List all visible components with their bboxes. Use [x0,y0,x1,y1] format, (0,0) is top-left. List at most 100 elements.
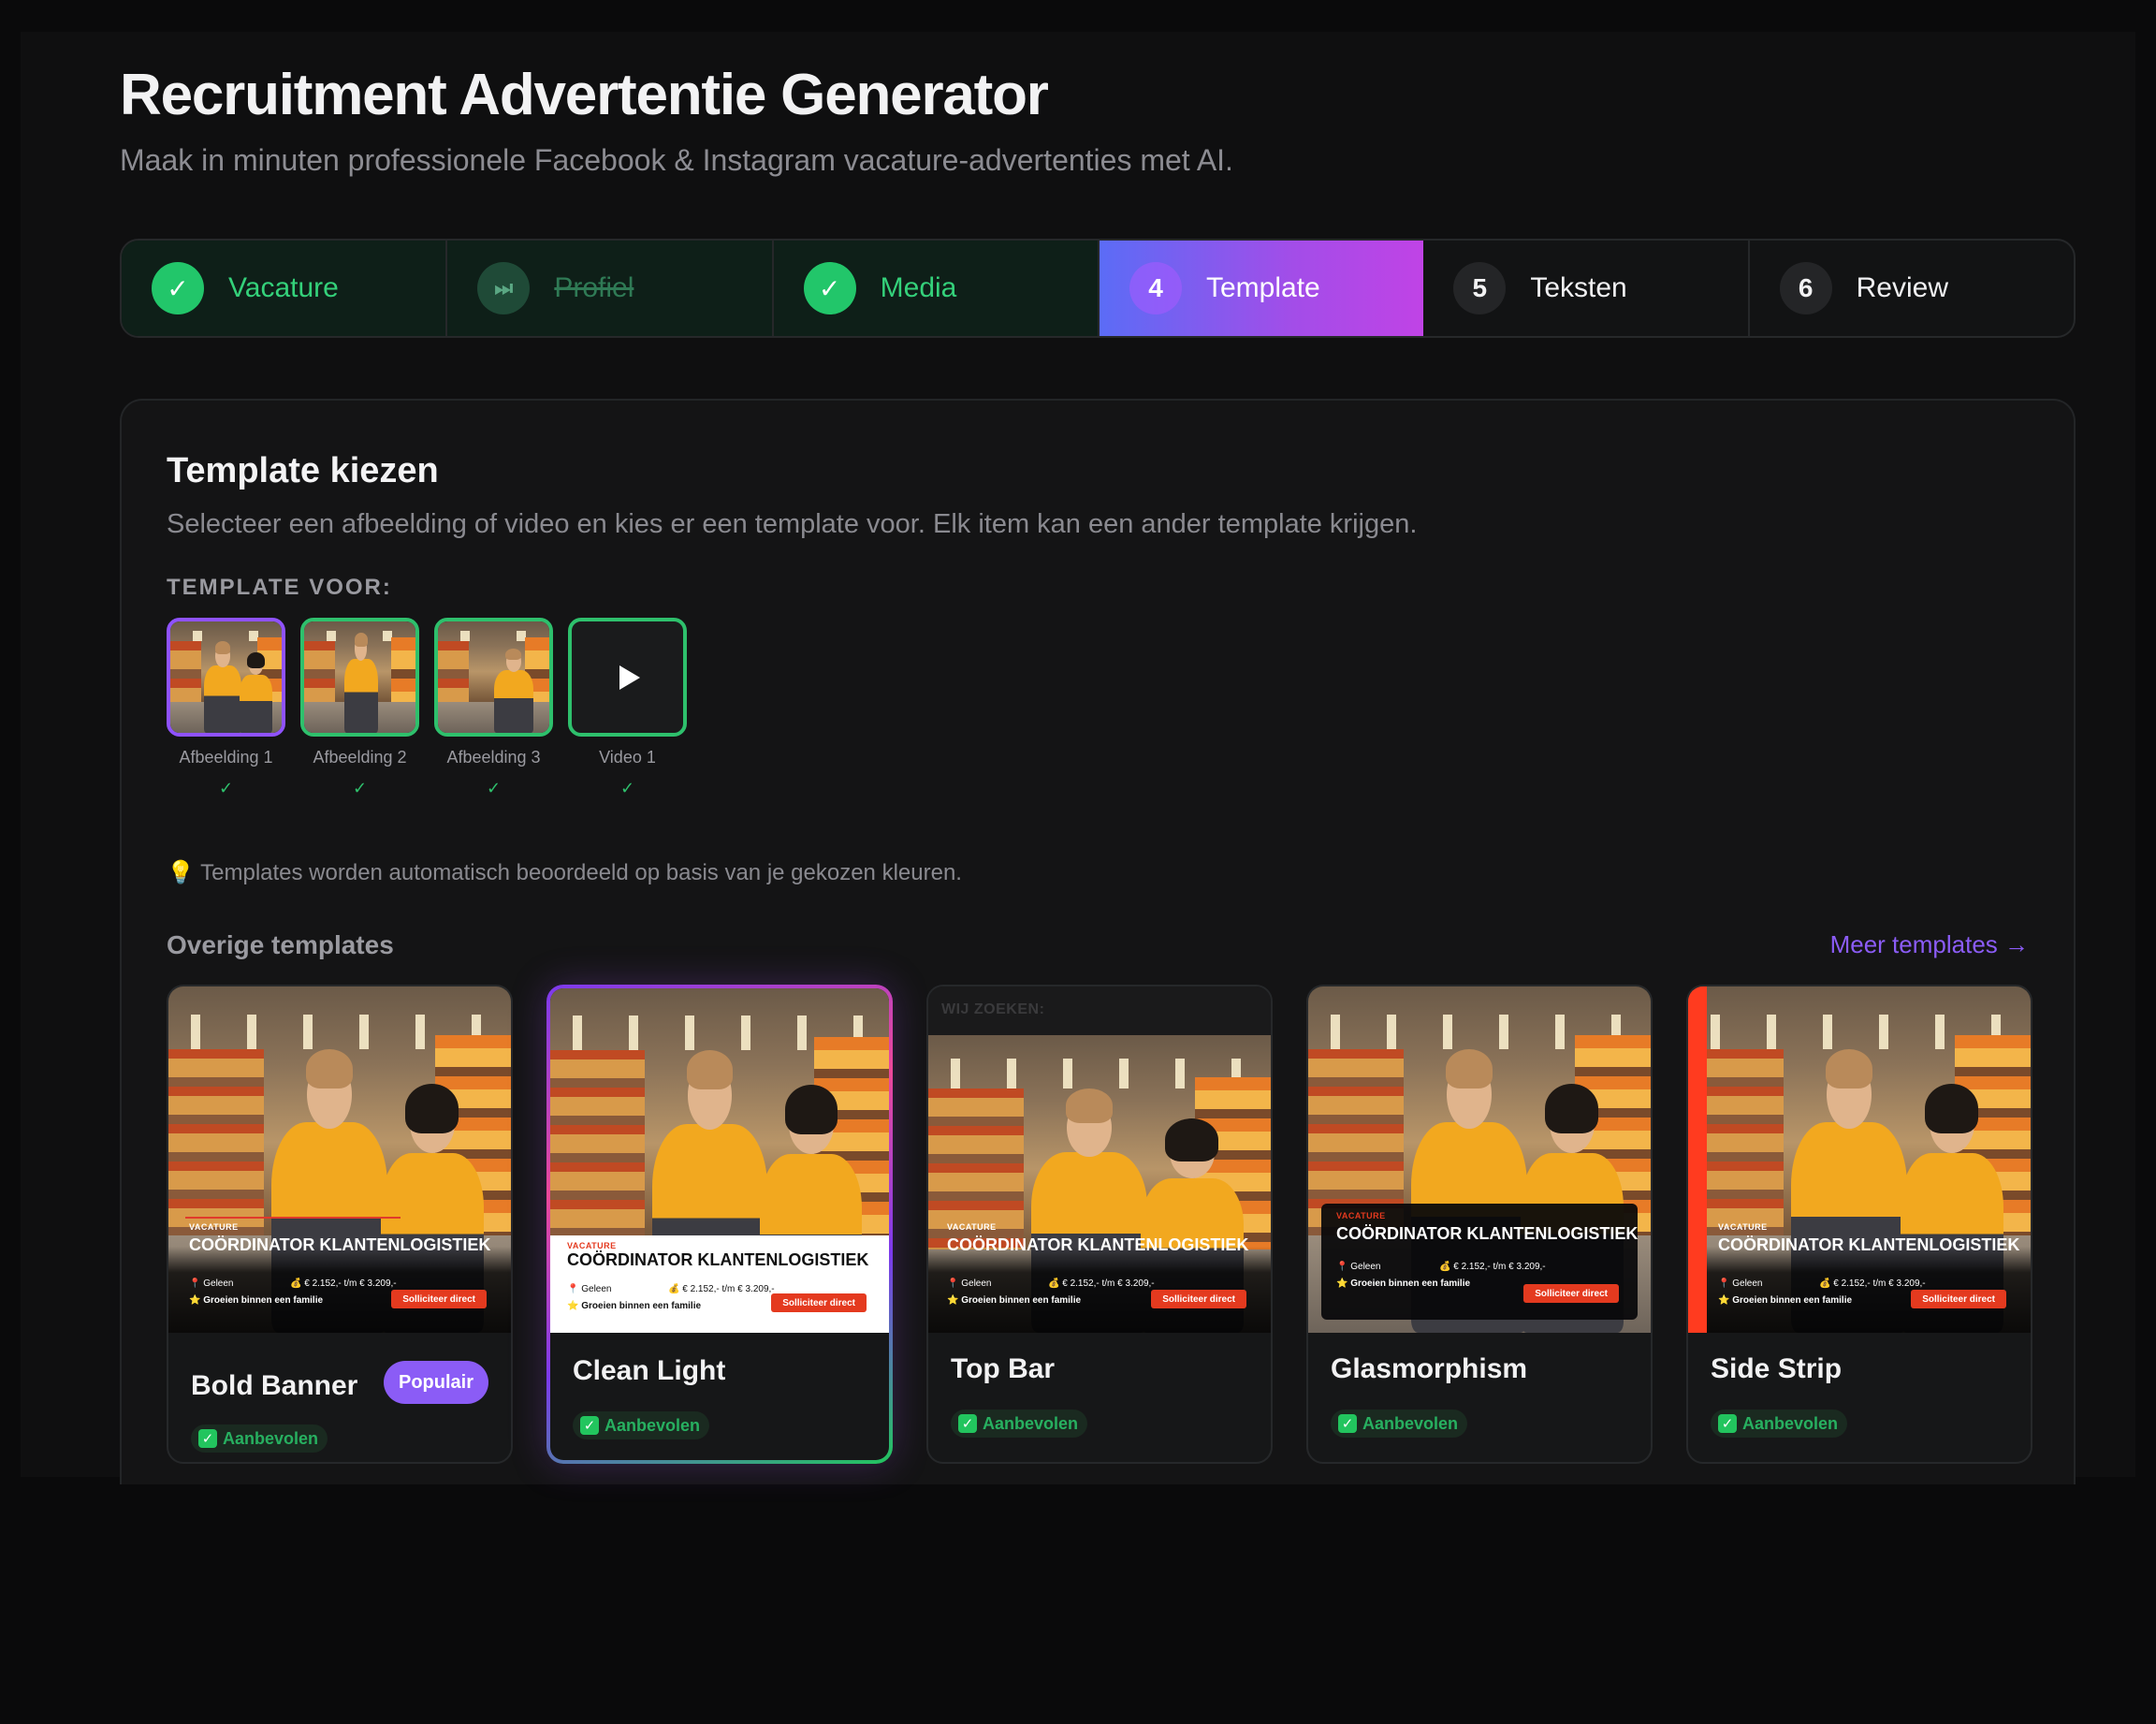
ad-cta: Solliciteer direct [1151,1290,1246,1308]
step-profiel[interactable]: ⏭ Profiel [447,241,774,336]
media-thumbnail[interactable] [434,618,553,737]
ad-kicker: VACATURE [189,1222,239,1232]
template-card-clean-light[interactable]: VACATURE COÖRDINATOR KLANTENLOGISTIEK 📍 … [546,985,893,1464]
template-preview: WIJ ZOEKEN: VACATURE COÖRDINATOR KLANTEN… [928,986,1271,1333]
step-label: Vacature [228,272,339,303]
page-header: Recruitment Advertentie Generator Maak i… [120,62,1233,178]
ad-salary: 💰 € 2.152,- t/m € 3.209,- [1048,1278,1155,1289]
media-item[interactable]: Afbeelding 1 ✓ [167,618,285,798]
page-subtitle: Maak in minuten professionele Facebook &… [120,143,1233,177]
check-icon: ✓ [1718,1414,1737,1433]
check-icon: ✓ [958,1414,977,1433]
ad-perk: ⭐ Groeien binnen een familie [1336,1278,1471,1289]
hint-text: Templates worden automatisch beoordeeld … [200,860,962,885]
recommended-badge: ✓ Aanbevolen [573,1411,710,1439]
video-thumbnail[interactable] [568,618,687,737]
template-grid: VACATURE COÖRDINATOR KLANTENLOGISTIEK 📍 … [167,985,2032,1464]
ad-location: 📍 Geleen [567,1284,612,1294]
check-icon: ✓ [218,779,234,797]
ad-location: 📍 Geleen [1336,1262,1381,1272]
auto-rating-hint: 💡 Templates worden automatisch beoordeel… [167,859,962,886]
media-selector: Afbeelding 1 ✓ Afbeelding 2 ✓ Afbeelding… [167,618,687,798]
media-caption: Afbeelding 2 [313,748,407,767]
ad-title: COÖRDINATOR KLANTENLOGISTIEK [1336,1224,1639,1243]
ad-salary: 💰 € 2.152,- t/m € 3.209,- [1819,1278,1926,1289]
recommended-badge: ✓ Aanbevolen [191,1424,328,1453]
step-vacature[interactable]: ✓ Vacature [122,241,448,336]
media-caption: Afbeelding 3 [446,748,541,767]
ad-title: COÖRDINATOR KLANTENLOGISTIEK [567,1250,869,1269]
section-description: Selecteer een afbeelding of video en kie… [167,509,1418,539]
ad-location: 📍 Geleen [1718,1278,1763,1289]
more-templates-link[interactable]: Meer templates → [1830,930,2029,959]
recommended-badge: ✓ Aanbevolen [951,1410,1088,1438]
ad-cta: Solliciteer direct [391,1290,487,1308]
step-label: Teksten [1530,272,1627,303]
media-thumbnail[interactable] [300,618,419,737]
template-card-glasmorphism[interactable]: VACATURE COÖRDINATOR KLANTENLOGISTIEK 📍 … [1306,985,1653,1464]
ad-title: COÖRDINATOR KLANTENLOGISTIEK [947,1235,1249,1254]
ad-perk: ⭐ Groeien binnen een familie [567,1301,702,1311]
media-caption: Afbeelding 1 [179,748,273,767]
topbar-text: WIJ ZOEKEN: [941,1001,1045,1017]
template-card-bold-banner[interactable]: VACATURE COÖRDINATOR KLANTENLOGISTIEK 📍 … [167,985,513,1464]
warehouse-image [170,621,282,733]
template-preview: VACATURE COÖRDINATOR KLANTENLOGISTIEK 📍 … [1688,986,2031,1333]
step-review[interactable]: 6 Review [1750,241,2074,336]
step-label: Media [880,272,957,303]
template-card-side-strip[interactable]: VACATURE COÖRDINATOR KLANTENLOGISTIEK 📍 … [1686,985,2032,1464]
template-name: Top Bar [951,1353,1056,1384]
ad-title: COÖRDINATOR KLANTENLOGISTIEK [189,1235,491,1254]
ad-cta: Solliciteer direct [1911,1290,2006,1308]
warehouse-image [438,621,549,733]
check-icon: ✓ [1338,1414,1357,1433]
template-name: Side Strip [1711,1353,1843,1384]
ad-kicker: VACATURE [947,1222,997,1232]
ad-cta: Solliciteer direct [1523,1284,1619,1303]
ad-location: 📍 Geleen [947,1278,992,1289]
step-number: 5 [1453,262,1507,314]
step-media[interactable]: ✓ Media [773,241,1100,336]
media-thumbnail[interactable] [167,618,285,737]
step-number: 4 [1129,262,1182,314]
check-icon: ✓ [152,262,204,314]
template-name: Bold Banner [191,1370,358,1401]
ad-salary: 💰 € 2.152,- t/m € 3.209,- [668,1284,775,1294]
template-card-top-bar[interactable]: WIJ ZOEKEN: VACATURE COÖRDINATOR KLANTEN… [926,985,1273,1464]
ad-perk: ⭐ Groeien binnen een familie [1718,1295,1853,1306]
template-name: Glasmorphism [1331,1353,1528,1384]
media-item[interactable]: Video 1 ✓ [568,618,687,798]
template-preview: VACATURE COÖRDINATOR KLANTENLOGISTIEK 📍 … [168,986,511,1333]
wizard-stepper: ✓ Vacature ⏭ Profiel ✓ Media 4 Template … [120,239,2076,338]
ad-salary: 💰 € 2.152,- t/m € 3.209,- [290,1278,397,1289]
template-name: Clean Light [573,1355,726,1386]
media-item[interactable]: Afbeelding 3 ✓ [434,618,553,798]
ad-title: COÖRDINATOR KLANTENLOGISTIEK [1718,1235,2020,1254]
warehouse-image [304,621,415,733]
skip-icon: ⏭ [477,262,531,314]
media-item[interactable]: Afbeelding 2 ✓ [300,618,419,798]
check-icon: ✓ [619,779,635,797]
ad-perk: ⭐ Groeien binnen een familie [189,1295,324,1306]
ad-kicker: VACATURE [1718,1222,1768,1232]
recommended-badge: ✓ Aanbevolen [1331,1410,1468,1438]
other-templates-label: Overige templates [167,930,394,959]
check-icon: ✓ [486,779,502,797]
template-for-label: TEMPLATE VOOR: [167,575,392,600]
step-teksten[interactable]: 5 Teksten [1423,241,1750,336]
step-template[interactable]: 4 Template [1099,241,1424,336]
check-icon: ✓ [803,262,856,314]
check-icon: ✓ [580,1416,599,1435]
ad-location: 📍 Geleen [189,1278,234,1289]
section-title: Template kiezen [167,451,439,490]
ad-cta: Solliciteer direct [771,1293,867,1312]
ad-perk: ⭐ Groeien binnen een familie [947,1295,1082,1306]
ad-salary: 💰 € 2.152,- t/m € 3.209,- [1439,1262,1546,1272]
template-card: Template kiezen Selecteer een afbeelding… [120,399,2076,1484]
step-label: Template [1205,272,1320,303]
ad-kicker: VACATURE [1336,1211,1386,1220]
template-preview: VACATURE COÖRDINATOR KLANTENLOGISTIEK 📍 … [550,988,889,1333]
step-label: Review [1856,272,1949,303]
check-icon: ✓ [198,1429,217,1448]
check-icon: ✓ [352,779,368,797]
